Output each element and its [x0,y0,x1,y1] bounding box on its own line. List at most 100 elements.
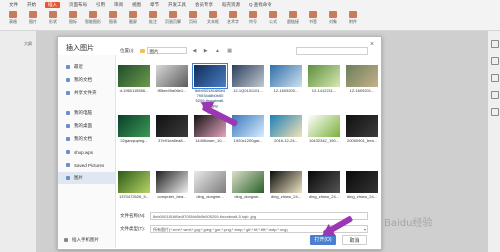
menu-bar: 文件 开始 插入 页面布局 引用 审阅 视图 章节 开发工具 会员专享 稻壳资源… [0,0,500,9]
tool-label: 符号 [249,19,257,24]
menu-developer[interactable]: 开发工具 [168,2,186,8]
tool-button[interactable]: 艺术字 [226,10,240,25]
tool-button[interactable]: 附件 [346,10,360,25]
tool-button[interactable]: 截屏 [126,10,140,25]
file-thumbnail[interactable]: 1370472526_5... [117,171,151,199]
menu-review[interactable]: 审阅 [114,2,123,8]
thumbnail-image [232,171,264,193]
sidebar-item-my-computer[interactable]: 我的电脑 [58,107,115,119]
file-thumbnail[interactable]: 20060901_bea... [345,115,379,143]
tool-button[interactable]: 批注 [146,10,160,25]
tool-label: 附件 [349,19,357,24]
file-name: 22ganqiuping... [120,138,148,143]
menu-section[interactable]: 章节 [150,2,159,8]
menu-member[interactable]: 会员专享 [195,2,213,8]
file-name: ding_zhiwu_24... [346,194,378,199]
tool-button[interactable]: 超链接 [286,10,300,25]
file-thumbnail[interactable]: 10432342_150... [307,115,341,143]
tool-label: 公式 [269,19,277,24]
panel-icon[interactable] [490,40,499,48]
file-thumbnail[interactable]: 22ganqiuping... [117,115,151,143]
sidebar-item-label: 最近 [74,64,83,69]
menu-home[interactable]: 开始 [27,2,36,8]
file-thumbnail[interactable]: 12-1609200... [269,65,303,93]
file-thumbnail[interactable]: f85ee49a06e1... [155,65,189,93]
tool-icon [9,11,17,18]
thumbnail-image [346,65,378,87]
file-thumbnail[interactable]: ding_dongwe... [231,171,265,199]
toolbar: 表格 图片 形状 图标 智能图形 图表 截屏 批注 页眉页脚 页码 文本框 艺术字 符号 公式 超链接 书签 对… [0,10,500,29]
menu-docer[interactable]: 稻壳资源 [222,2,240,8]
tool-button[interactable]: 页眉页脚 [165,10,181,25]
file-thumbnail[interactable]: d-1960115556... [117,65,151,93]
close-icon[interactable]: × [370,41,374,48]
tool-button[interactable]: 文本框 [206,10,220,25]
thumbnail-image [270,65,302,87]
thumbnail-image [346,171,378,193]
sidebar-item-desktop[interactable]: 我的桌面 [58,120,115,132]
tool-icon [29,11,37,18]
tool-icon [269,11,277,18]
tool-button[interactable]: 智能图形 [85,10,101,25]
clock-icon [66,65,70,69]
panel-icon[interactable] [490,74,499,82]
insert-phone-picture[interactable]: 插入手机图片 [64,237,99,243]
menu-page-layout[interactable]: 页面布局 [69,2,87,8]
panel-icon[interactable] [490,57,499,65]
sidebar-item-shop[interactable]: shop.wps [58,146,115,158]
file-thumbnail[interactable]: ding_zhiwu_24... [307,171,341,199]
tool-button[interactable]: 图标 [66,10,80,25]
file-thumbnail[interactable]: ding_dongwe... [193,171,227,199]
sidebar-item-documents[interactable]: 我的文档 [58,133,115,145]
menu-file[interactable]: 文件 [9,2,18,8]
sidebar-item-my-docs[interactable]: 我的文档 [58,74,115,86]
tool-button[interactable]: 图片 [26,10,40,25]
file-thumbnail[interactable]: 12-1412211... [307,65,341,93]
file-thumbnail[interactable]: ding_zhiwu_24... [345,171,379,199]
thumbnail-image [118,171,150,193]
location-label: 位置(I): [120,47,135,53]
tool-button[interactable]: 书签 [306,10,320,25]
cancel-button[interactable]: 取消 [342,235,367,245]
file-name: 1370472526_5... [118,194,150,199]
file-name: 1440flower_10... [195,138,225,143]
phone-icon [64,238,68,242]
sidebar-item-recent[interactable]: 最近 [58,61,115,73]
tool-button[interactable]: 形状 [46,10,60,25]
tool-label: 艺术字 [227,19,239,24]
menu-search[interactable]: Q 查找命令 [249,2,272,8]
thumbnail-image [270,115,302,137]
file-name: ding_dongwe... [196,194,224,199]
menu-references[interactable]: 引用 [96,2,105,8]
search-input[interactable] [296,47,368,55]
file-thumbnail[interactable]: 12-1Q0101101... [231,65,265,93]
panel-icon[interactable] [490,108,499,116]
file-thumbnail[interactable]: 1920x1200gar... [231,115,265,143]
tool-button[interactable]: 符号 [246,10,260,25]
file-thumbnail[interactable]: 37e91ea5ea8... [155,115,189,143]
sidebar-item-pictures[interactable]: 图片 [58,172,115,184]
filename-input[interactable]: 8eb0001816f6e4f70f34d8b0b505209-thumbnai… [150,211,368,220]
thumbnail-image [308,115,340,137]
tool-button[interactable]: 对象 [326,10,340,25]
file-thumbnail[interactable]: computer_bea... [155,171,189,199]
tool-label: 超链接 [287,19,299,24]
thumbnail-image [232,115,264,137]
tool-button[interactable]: 图表 [106,10,120,25]
sidebar-item-shared[interactable]: 共享文件夹 [58,87,115,99]
file-thumbnail[interactable]: ding_zhiwu_24... [269,171,303,199]
insert-phone-picture-label: 插入手机图片 [72,237,99,242]
file-thumbnail[interactable]: 12-1609201... [345,65,379,93]
file-thumbnail[interactable]: 2016-12-24... [269,115,303,143]
nav-arrows[interactable]: ◀ ▶ ▲ ▦ [193,48,236,54]
location-select[interactable]: 图片 [146,47,187,54]
sidebar-item-saved-pictures[interactable]: Saved Pictures [58,159,115,171]
tool-button[interactable]: 公式 [266,10,280,25]
menu-insert[interactable]: 插入 [45,1,60,8]
tool-button[interactable]: 表格 [6,10,20,25]
tool-button[interactable]: 页码 [186,10,200,25]
tool-icon [169,11,177,18]
menu-view[interactable]: 视图 [132,2,141,8]
tool-label: 书签 [309,19,317,24]
panel-icon[interactable] [490,91,499,99]
